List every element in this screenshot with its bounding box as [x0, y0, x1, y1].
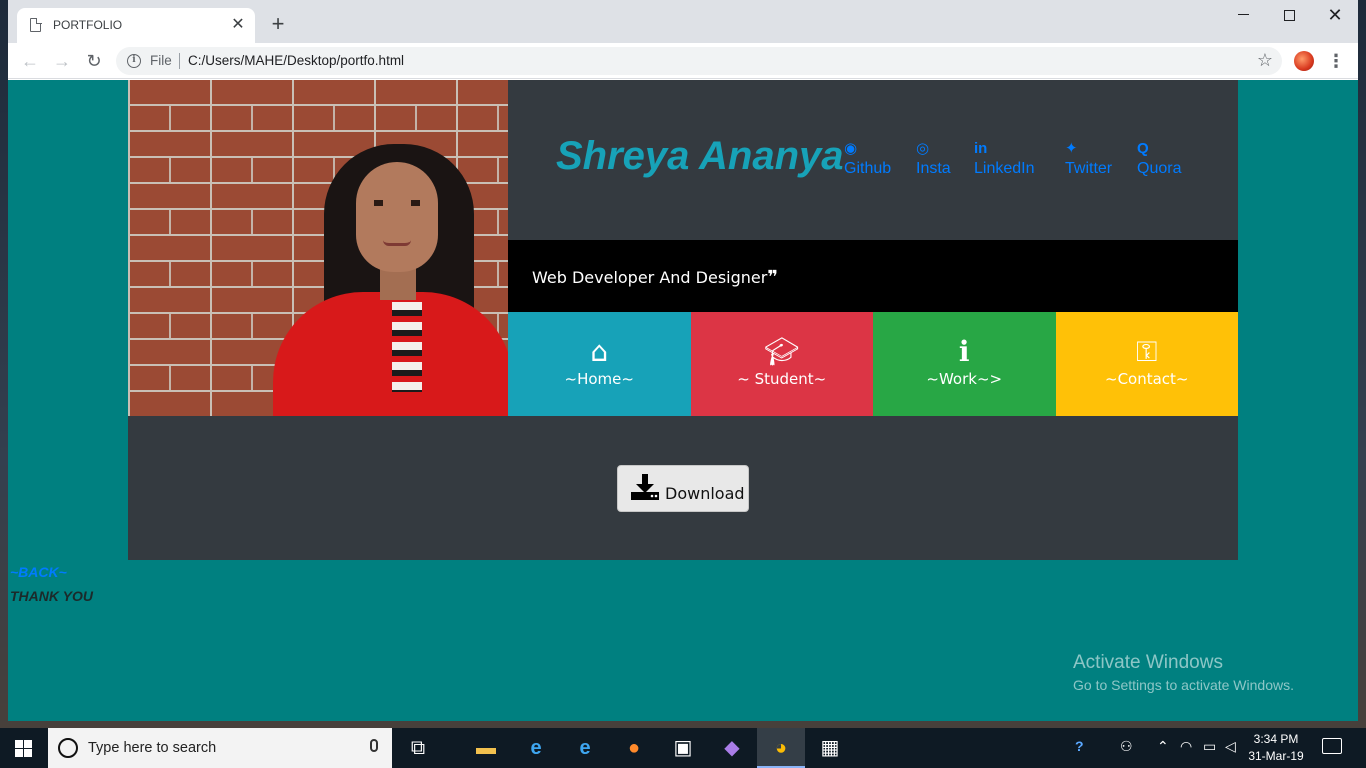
visual-studio-icon[interactable]: ◆ [718, 734, 746, 762]
key-icon: ⚿ [1136, 335, 1158, 368]
notification-icon[interactable] [1322, 738, 1342, 754]
task-view-icon[interactable]: ⧉ [404, 734, 432, 762]
profile-avatar[interactable] [1294, 51, 1314, 71]
reload-icon: ↻ [86, 51, 102, 71]
tile-student[interactable]: 🎓︎ ~ Student~ [690, 312, 873, 416]
back-button[interactable]: ← [17, 48, 43, 74]
maximize-button[interactable] [1266, 0, 1312, 32]
search-placeholder: Type here to search [88, 740, 217, 756]
help-icon[interactable]: ? [1075, 738, 1084, 754]
page-viewport: Shreya Ananya ◉ Github ◎ Insta in Linked… [8, 80, 1358, 721]
activation-watermark-subtitle: Go to Settings to activate Windows. [1073, 677, 1294, 693]
forward-button[interactable]: → [49, 48, 75, 74]
quote-icon: ❞ [767, 267, 778, 288]
calendar-icon[interactable]: ▦ [816, 734, 844, 762]
download-icon [631, 474, 659, 500]
cortana-icon [58, 738, 78, 758]
internet-explorer-icon[interactable]: e [571, 734, 599, 762]
tab-portfolio[interactable]: PORTFOLIO ✕ [17, 8, 255, 43]
tile-contact[interactable]: ⚿ ~Contact~ [1055, 312, 1238, 416]
taskbar-search[interactable]: Type here to search [48, 728, 392, 768]
microphone-icon[interactable] [370, 739, 378, 752]
quora-icon: Q [1137, 140, 1149, 157]
address-bar[interactable]: i File C:/Users/MAHE/Desktop/portfo.html… [116, 47, 1282, 75]
back-link[interactable]: ~BACK~ [10, 564, 67, 580]
firefox-icon[interactable]: ● [620, 734, 648, 762]
minimize-button[interactable] [1220, 0, 1266, 32]
tab-close-button[interactable]: ✕ [227, 14, 249, 36]
tagline: Web Developer And Designer❞ [532, 267, 778, 288]
tagline-bar: Web Developer And Designer❞ [508, 240, 1238, 312]
home-icon: ⌂ [590, 335, 609, 368]
linkedin-link[interactable]: in LinkedIn [974, 138, 1035, 178]
edge-icon[interactable]: e [522, 734, 550, 762]
arrow-right-icon: → [53, 51, 71, 71]
quora-link[interactable]: Q Quora [1137, 138, 1181, 178]
site-info-icon[interactable]: i [127, 54, 141, 68]
taskbar: Type here to search ⧉ ▬ e e ● ▣ ◆ ◕ ▦ ? … [0, 728, 1366, 768]
people-icon[interactable]: ⚇ [1120, 738, 1133, 755]
volume-icon[interactable]: ◁ [1225, 738, 1236, 755]
download-button[interactable]: Download [617, 465, 749, 512]
new-tab-button[interactable]: + [266, 12, 290, 36]
info-icon: i [958, 335, 970, 368]
battery-icon[interactable]: ▭ [1203, 738, 1216, 755]
clock-time: 3:34 PM [1253, 732, 1299, 746]
tab-strip: PORTFOLIO ✕ + ✕ [8, 0, 1358, 43]
tile-home[interactable]: ⌂ ~Home~ [508, 312, 691, 416]
instagram-link[interactable]: ◎ Insta [916, 138, 951, 178]
system-clock[interactable]: 3:34 PM 31-Mar-19 [1236, 731, 1316, 765]
twitter-link[interactable]: ✦ Twitter [1065, 138, 1112, 178]
browser-window: PORTFOLIO ✕ + ✕ ← → ↻ i File C:/Users/MA… [8, 0, 1358, 721]
github-link[interactable]: ◉ Github [844, 138, 891, 178]
profile-header: Shreya Ananya ◉ Github ◎ Insta in Linked… [508, 80, 1238, 240]
portfolio-card: Shreya Ananya ◉ Github ◎ Insta in Linked… [128, 80, 1238, 560]
url-separator [179, 53, 180, 69]
kebab-menu-icon[interactable]: ⋮ [1326, 50, 1346, 72]
minimize-icon [1237, 14, 1249, 16]
url-text[interactable]: C:/Users/MAHE/Desktop/portfo.html [188, 53, 404, 68]
reload-button[interactable]: ↻ [81, 48, 107, 74]
close-window-button[interactable]: ✕ [1312, 0, 1358, 32]
linkedin-icon: in [974, 140, 988, 157]
arrow-left-icon: ← [21, 51, 39, 71]
browser-toolbar: ← → ↻ i File C:/Users/MAHE/Desktop/portf… [8, 43, 1358, 79]
profile-photo [128, 80, 508, 416]
chevron-up-icon[interactable]: ⌃ [1157, 738, 1169, 755]
chrome-taskbar-button[interactable]: ◕ [757, 728, 805, 768]
windows-start-icon[interactable] [0, 728, 48, 768]
twitter-icon: ✦ [1065, 140, 1078, 157]
document-icon [30, 17, 42, 32]
instagram-icon: ◎ [916, 140, 930, 157]
profile-name: Shreya Ananya [556, 134, 844, 178]
tab-title: PORTFOLIO [53, 18, 123, 32]
url-scheme: File [150, 53, 172, 68]
close-icon: ✕ [1327, 5, 1343, 25]
nav-tiles: ⌂ ~Home~ 🎓︎ ~ Student~ i ~Work~> ⚿ ~Cont… [508, 312, 1238, 416]
activation-watermark-title: Activate Windows [1073, 652, 1223, 673]
tile-work[interactable]: i ~Work~> [873, 312, 1056, 416]
bookmark-star-icon[interactable]: ☆ [1257, 50, 1273, 71]
download-label: Download [665, 484, 745, 503]
store-icon[interactable]: ▣ [669, 734, 697, 762]
graduation-cap-icon: 🎓︎ [763, 335, 800, 368]
thank-you-text: THANK YOU [10, 588, 93, 604]
github-icon: ◉ [844, 140, 858, 157]
chrome-icon: ◕ [774, 737, 788, 759]
file-explorer-icon[interactable]: ▬ [472, 734, 500, 762]
wifi-icon[interactable]: ◠ [1180, 738, 1192, 755]
maximize-icon [1283, 10, 1295, 21]
clock-date: 31-Mar-19 [1248, 749, 1304, 763]
